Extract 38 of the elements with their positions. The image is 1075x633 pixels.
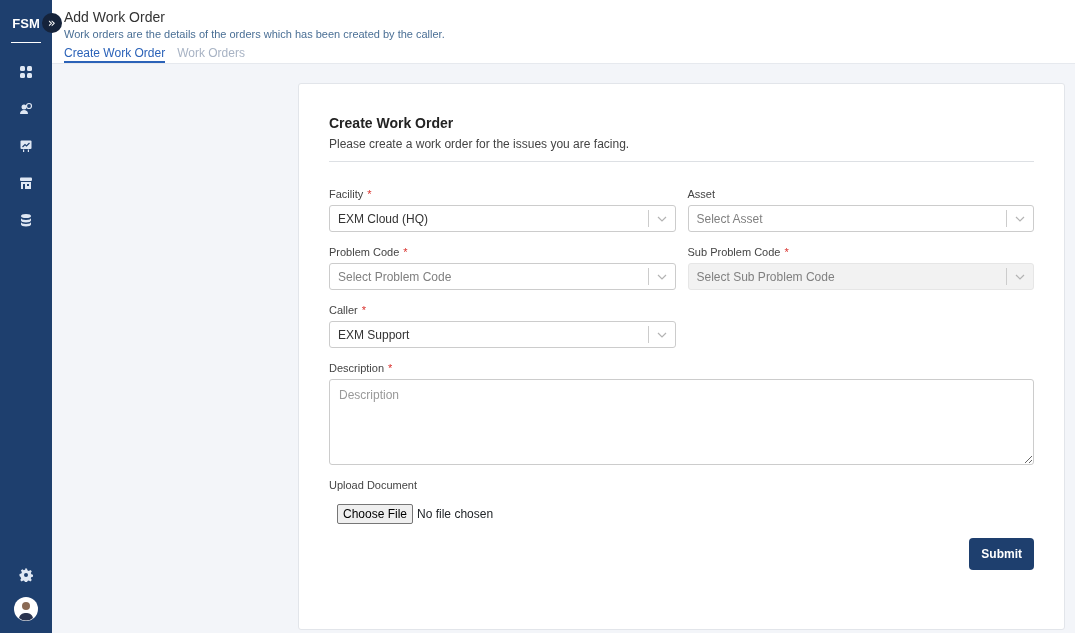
required-mark: * [361,304,366,318]
field-label: Facility [329,188,364,200]
submit-button[interactable]: Submit [969,538,1034,570]
select-field[interactable]: Select Asset [687,205,1034,232]
choose-file-button[interactable]: Choose File [337,504,414,524]
field-label: Problem Code [329,246,400,258]
database-icon[interactable] [19,213,33,227]
app-logo: FSM [12,15,40,31]
grid-icon[interactable] [19,65,33,79]
file-status: No file chosen [417,507,494,521]
people-icon[interactable] [19,102,33,116]
avatar[interactable] [14,597,38,621]
store-icon[interactable] [19,176,33,190]
page-subtitle: Work orders are the details of the orders which has been created by the caller. [64,28,446,40]
field-label: Description [329,362,385,374]
required-mark: * [403,246,408,260]
required-mark: * [388,362,393,376]
chevron-down-icon [1015,273,1025,280]
form-subtitle: Please create a work order for the issues you are facing. [329,137,631,151]
select-field[interactable]: Select Problem Code [329,263,676,290]
settings-icon[interactable] [19,568,33,582]
chevron-down-icon [656,273,667,280]
field-label: Sub Problem Code [687,246,781,258]
required-mark: * [367,188,372,202]
field-label: Upload Document [329,479,419,491]
select-field[interactable]: EXM Cloud (HQ) [329,205,676,232]
form-title: Create Work Order [329,115,455,131]
chart-board-icon[interactable] [19,139,33,153]
chevron-down-icon [656,215,667,222]
select-field[interactable]: EXM Support [329,321,676,348]
description-field[interactable]: Description [329,379,1034,465]
expand-button[interactable]: » [41,13,62,33]
chevron-down-icon [1015,215,1025,222]
chevron-down-icon [656,331,667,338]
page-title: Add Work Order [64,9,166,25]
field-label: Asset [687,188,715,200]
required-mark: * [784,246,789,260]
field-label: Caller [329,304,358,316]
